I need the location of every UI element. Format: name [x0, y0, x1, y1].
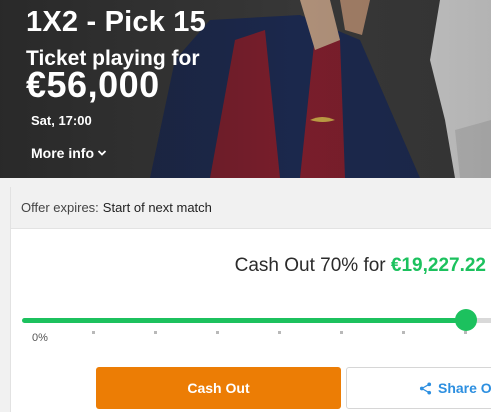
- slider-tick: [278, 331, 281, 334]
- slider-track-fill: [22, 318, 465, 323]
- slider-tick: [92, 331, 95, 334]
- match-time: Sat, 17:00: [31, 113, 92, 128]
- slider-tick: [154, 331, 157, 334]
- offer-expiry-label: Offer expires:: [21, 200, 99, 215]
- cashout-amount: €19,227.22: [390, 255, 486, 276]
- cashout-heading: Cash Out 70% for €19,227.22: [235, 255, 486, 277]
- share-icon: [419, 381, 432, 395]
- offer-expiry-bar: Offer expires: Start of next match: [11, 187, 491, 229]
- cash-out-button[interactable]: Cash Out: [96, 367, 341, 409]
- share-offer-button[interactable]: Share Of: [346, 367, 491, 409]
- ticket-amount: €56,000: [26, 64, 160, 105]
- cash-out-button-label: Cash Out: [187, 380, 250, 396]
- offer-expiry-value: Start of next match: [102, 200, 212, 215]
- cashout-percent-slider[interactable]: [22, 308, 491, 334]
- slider-tick: [216, 331, 219, 334]
- more-info-label: More info: [31, 145, 94, 161]
- slider-tick: [340, 331, 343, 334]
- share-button-label: Share Of: [438, 380, 491, 396]
- slider-tick: [464, 331, 467, 334]
- chevron-down-icon: [97, 150, 107, 156]
- slider-thumb[interactable]: [455, 309, 477, 331]
- slider-min-label: 0%: [32, 332, 48, 344]
- hero-banner: 1X2 - Pick 15 Ticket playing for €56,000…: [0, 0, 491, 178]
- cashout-prefix: Cash Out 70% for: [234, 255, 386, 276]
- slider-tick: [402, 331, 405, 334]
- more-info-link[interactable]: More info: [31, 145, 107, 161]
- ticket-title: 1X2 - Pick 15: [26, 6, 206, 38]
